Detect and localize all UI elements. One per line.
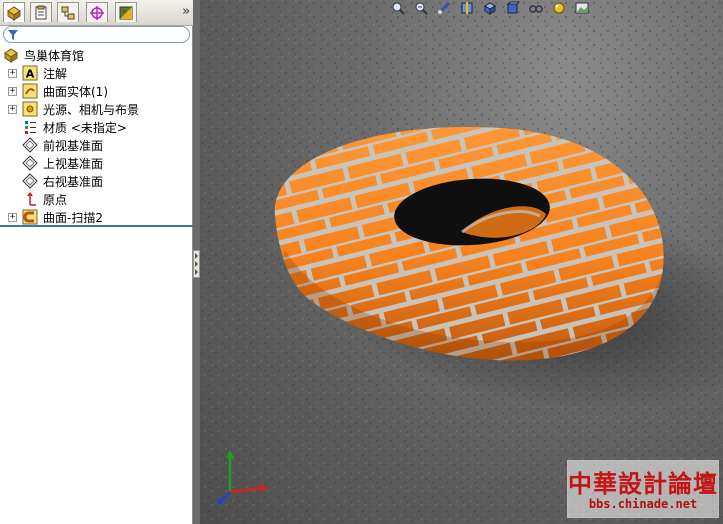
section-view-icon: [461, 1, 473, 14]
dimxpert-icon: [90, 5, 104, 20]
display-manager-icon: [119, 6, 133, 19]
scene-icon: [575, 2, 589, 13]
section-view-button[interactable]: [457, 0, 477, 15]
forum-watermark: 中華設計論壇 bbs.chinade.net: [567, 460, 719, 518]
manager-tab-bar: »: [0, 0, 193, 26]
plane-icon: [22, 155, 38, 171]
plane-icon: [22, 137, 38, 153]
sweep-surface-icon: [22, 209, 38, 225]
annotations-icon: A: [22, 65, 38, 81]
tree-item-label: 注解: [43, 66, 68, 81]
feature-manager-icon: [7, 5, 21, 21]
zoom-area-button[interactable]: [411, 0, 431, 15]
tree-item-surface-bodies[interactable]: + 曲面实体(1): [0, 82, 193, 100]
previous-view-icon: [437, 1, 451, 14]
triad-z-axis: [219, 491, 231, 503]
tree-item-top-plane[interactable]: 上视基准面: [0, 154, 193, 172]
tab-dimxpert-manager[interactable]: [86, 2, 108, 22]
part-icon: [3, 47, 19, 63]
panel-splitter-handle[interactable]: [193, 250, 200, 278]
tree-item-origin[interactable]: 原点: [0, 190, 193, 208]
tree-item-lights-cameras[interactable]: + 光源、相机与布景: [0, 100, 193, 118]
view-orientation-icon: [484, 1, 496, 15]
origin-icon: [22, 191, 38, 207]
tree-item-label: 前视基准面: [43, 138, 104, 153]
tab-configuration-manager[interactable]: [57, 2, 79, 22]
tree-item-label: 上视基准面: [43, 156, 104, 171]
zoom-area-icon: [415, 2, 428, 15]
expand-toggle[interactable]: +: [8, 213, 17, 222]
tab-feature-manager[interactable]: [3, 2, 25, 22]
previous-view-button[interactable]: [434, 0, 454, 15]
appearance-button[interactable]: [549, 0, 569, 15]
reference-triad: [217, 450, 268, 505]
tab-property-manager[interactable]: [30, 2, 52, 22]
graphics-viewport[interactable]: 中華設計論壇 bbs.chinade.net: [200, 0, 723, 524]
tree-item-material[interactable]: 材质 <未指定>: [0, 118, 193, 136]
feature-filter-input[interactable]: [3, 26, 190, 43]
watermark-title: 中華設計論壇: [568, 469, 718, 498]
property-manager-icon: [35, 5, 47, 19]
tree-item-sweep-surface[interactable]: + 曲面-扫描2: [0, 208, 193, 226]
tree-item-label: 原点: [43, 192, 68, 207]
tree-item-label: 曲面实体(1): [43, 84, 108, 99]
filter-icon: [8, 29, 18, 40]
tree-item-label: 材质 <未指定>: [43, 120, 127, 135]
plane-icon: [22, 173, 38, 189]
rollback-bar[interactable]: [0, 225, 193, 227]
tree-root[interactable]: 鸟巢体育馆: [0, 46, 193, 64]
feature-manager-panel: » 鸟巢体育馆 + A 注解 + 曲面实体(1) + 光源、相机与布景 材质 <…: [0, 0, 193, 524]
tree-item-label: 曲面-扫描2: [43, 210, 103, 225]
tree-item-right-plane[interactable]: 右视基准面: [0, 172, 193, 190]
zoom-to-fit-icon: [392, 2, 405, 15]
tree-item-annotations[interactable]: + A 注解: [0, 64, 193, 82]
configuration-manager-icon: [61, 6, 75, 19]
triad-x-axis: [229, 486, 265, 494]
collapse-panel-button[interactable]: »: [182, 4, 190, 19]
appearance-icon: [553, 2, 565, 13]
surface-bodies-icon: [22, 83, 38, 99]
view-orientation-button[interactable]: [480, 0, 500, 15]
tab-display-manager[interactable]: [115, 2, 137, 22]
tree-root-label: 鸟巢体育馆: [24, 48, 85, 63]
lights-cameras-icon: [22, 101, 38, 117]
heads-up-view-toolbar: [388, 0, 592, 16]
watermark-url: bbs.chinade.net: [588, 497, 698, 511]
display-style-button[interactable]: [503, 0, 523, 15]
ring-model[interactable]: [200, 0, 723, 524]
display-style-icon: [506, 1, 520, 13]
tree-item-label: 右视基准面: [43, 174, 104, 189]
scene-button[interactable]: [572, 0, 592, 15]
tree-item-front-plane[interactable]: 前视基准面: [0, 136, 193, 154]
material-icon: [22, 119, 38, 135]
expand-toggle[interactable]: +: [8, 69, 17, 78]
tree-item-label: 光源、相机与布景: [43, 102, 140, 117]
zoom-to-fit-button[interactable]: [388, 0, 408, 15]
hide-show-icon: [529, 4, 543, 13]
expand-toggle[interactable]: +: [8, 105, 17, 114]
svg-text:A: A: [26, 68, 35, 81]
hide-show-button[interactable]: [526, 0, 546, 15]
expand-toggle[interactable]: +: [8, 87, 17, 96]
